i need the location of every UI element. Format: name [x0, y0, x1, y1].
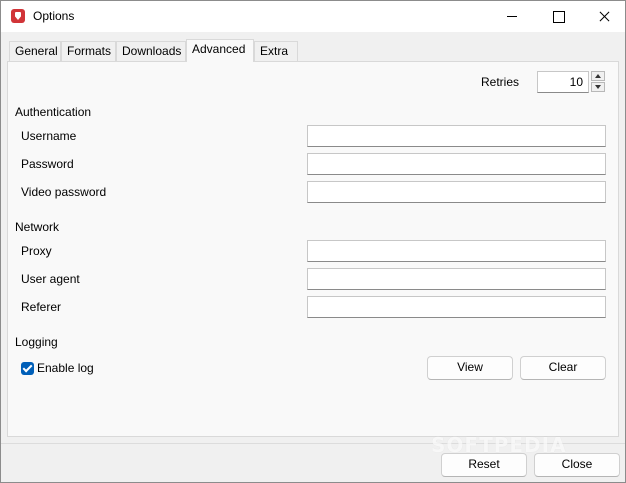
proxy-label: Proxy	[21, 244, 52, 258]
retries-increment-button[interactable]	[591, 71, 605, 81]
footer-divider	[1, 443, 625, 444]
app-icon	[11, 9, 25, 23]
video-password-input[interactable]	[307, 181, 606, 203]
video-password-label: Video password	[21, 185, 107, 199]
tab-general[interactable]: General	[9, 41, 61, 61]
network-heading: Network	[15, 220, 60, 234]
referer-input[interactable]	[307, 296, 606, 318]
maximize-button[interactable]	[535, 1, 581, 32]
password-label: Password	[21, 157, 74, 171]
window-title: Options	[33, 9, 75, 23]
retries-decrement-button[interactable]	[591, 82, 605, 92]
enable-log-label[interactable]: Enable log	[37, 361, 94, 375]
authentication-heading: Authentication	[15, 105, 92, 119]
referer-label: Referer	[21, 300, 62, 314]
retries-input[interactable]	[537, 71, 589, 93]
reset-button[interactable]: Reset	[441, 453, 527, 477]
proxy-input[interactable]	[307, 240, 606, 262]
user-agent-input[interactable]	[307, 268, 606, 290]
tab-extra[interactable]: Extra	[254, 41, 298, 61]
user-agent-label: User agent	[21, 272, 80, 286]
username-input[interactable]	[307, 125, 606, 147]
password-input[interactable]	[307, 153, 606, 175]
tab-formats[interactable]: Formats	[61, 41, 116, 61]
retries-label: Retries	[481, 75, 520, 89]
enable-log-checkbox[interactable]	[21, 362, 34, 375]
close-button[interactable]: Close	[534, 453, 620, 477]
minimize-button[interactable]	[489, 1, 535, 32]
tab-downloads[interactable]: Downloads	[116, 41, 186, 61]
username-label: Username	[21, 129, 77, 143]
close-window-button[interactable]	[581, 1, 626, 32]
options-window: Options General Formats Downloads Advanc…	[0, 0, 626, 483]
logging-heading: Logging	[15, 335, 58, 349]
title-bar[interactable]: Options	[1, 1, 625, 32]
tab-advanced[interactable]: Advanced	[186, 39, 254, 62]
clear-log-button[interactable]: Clear	[520, 356, 606, 380]
view-log-button[interactable]: View	[427, 356, 513, 380]
